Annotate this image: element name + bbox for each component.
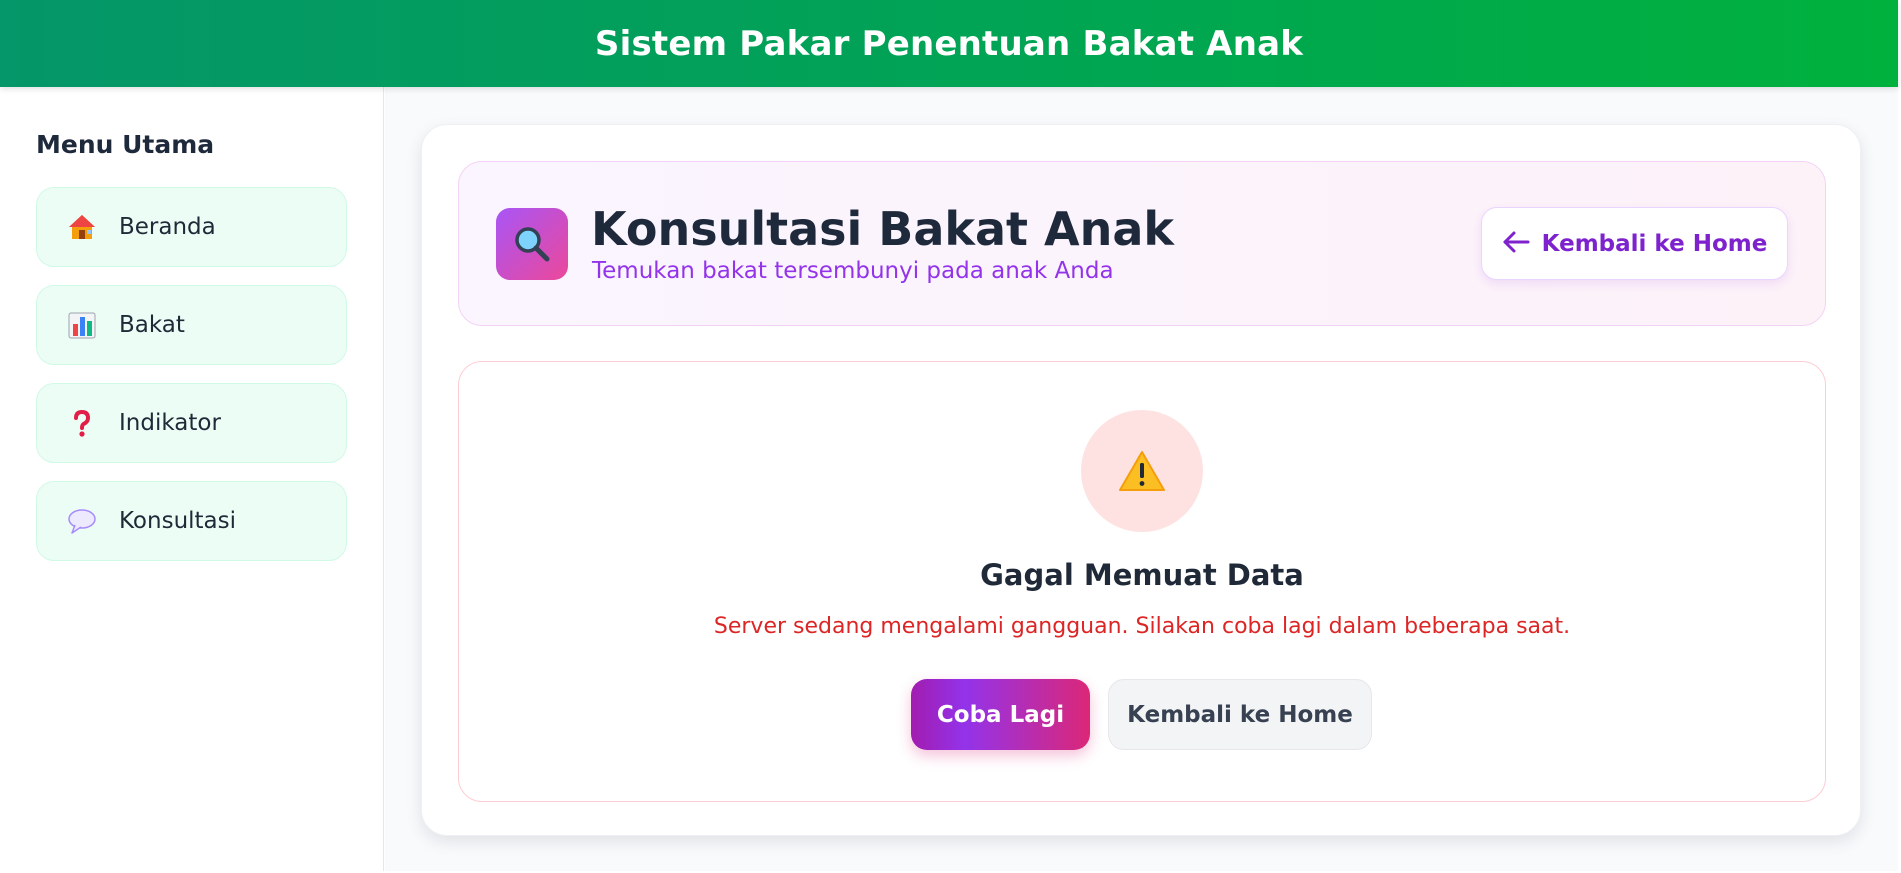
sidebar: Menu Utama Beranda Bakat Indikator Konsu… xyxy=(0,87,384,871)
sidebar-item-label: Beranda xyxy=(119,214,216,240)
speech-bubble-icon xyxy=(65,506,99,536)
page-title: Konsultasi Bakat Anak xyxy=(591,202,1174,256)
home-button[interactable]: Kembali ke Home xyxy=(1108,679,1372,750)
sidebar-item-konsultasi[interactable]: Konsultasi xyxy=(36,481,347,561)
back-home-label: Kembali ke Home xyxy=(1541,230,1768,257)
arrow-left-icon xyxy=(1502,230,1530,258)
page-subtitle: Temukan bakat tersembunyi pada anak Anda xyxy=(592,258,1114,284)
house-icon xyxy=(65,212,99,242)
error-title: Gagal Memuat Data xyxy=(980,558,1304,592)
app-header: Sistem Pakar Penentuan Bakat Anak xyxy=(0,0,1898,87)
back-home-button[interactable]: Kembali ke Home xyxy=(1481,207,1788,280)
question-mark-icon xyxy=(65,408,99,438)
warning-icon xyxy=(1081,410,1203,532)
sidebar-item-label: Indikator xyxy=(119,410,221,436)
error-panel: Gagal Memuat Data Server sedang mengalam… xyxy=(458,361,1826,802)
retry-button[interactable]: Coba Lagi xyxy=(911,679,1090,750)
sidebar-item-bakat[interactable]: Bakat xyxy=(36,285,347,365)
app-title: Sistem Pakar Penentuan Bakat Anak xyxy=(594,23,1304,64)
sidebar-item-label: Bakat xyxy=(119,312,185,338)
bar-chart-icon xyxy=(65,310,99,340)
sidebar-title: Menu Utama xyxy=(36,130,215,159)
error-message: Server sedang mengalami gangguan. Silaka… xyxy=(713,614,1571,639)
magnifier-icon xyxy=(496,208,568,280)
sidebar-item-beranda[interactable]: Beranda xyxy=(36,187,347,267)
content-card: Konsultasi Bakat Anak Temukan bakat ters… xyxy=(421,124,1861,836)
sidebar-item-indikator[interactable]: Indikator xyxy=(36,383,347,463)
main-content: Konsultasi Bakat Anak Temukan bakat ters… xyxy=(385,87,1898,871)
page-header: Konsultasi Bakat Anak Temukan bakat ters… xyxy=(458,161,1826,326)
sidebar-item-label: Konsultasi xyxy=(119,508,237,534)
